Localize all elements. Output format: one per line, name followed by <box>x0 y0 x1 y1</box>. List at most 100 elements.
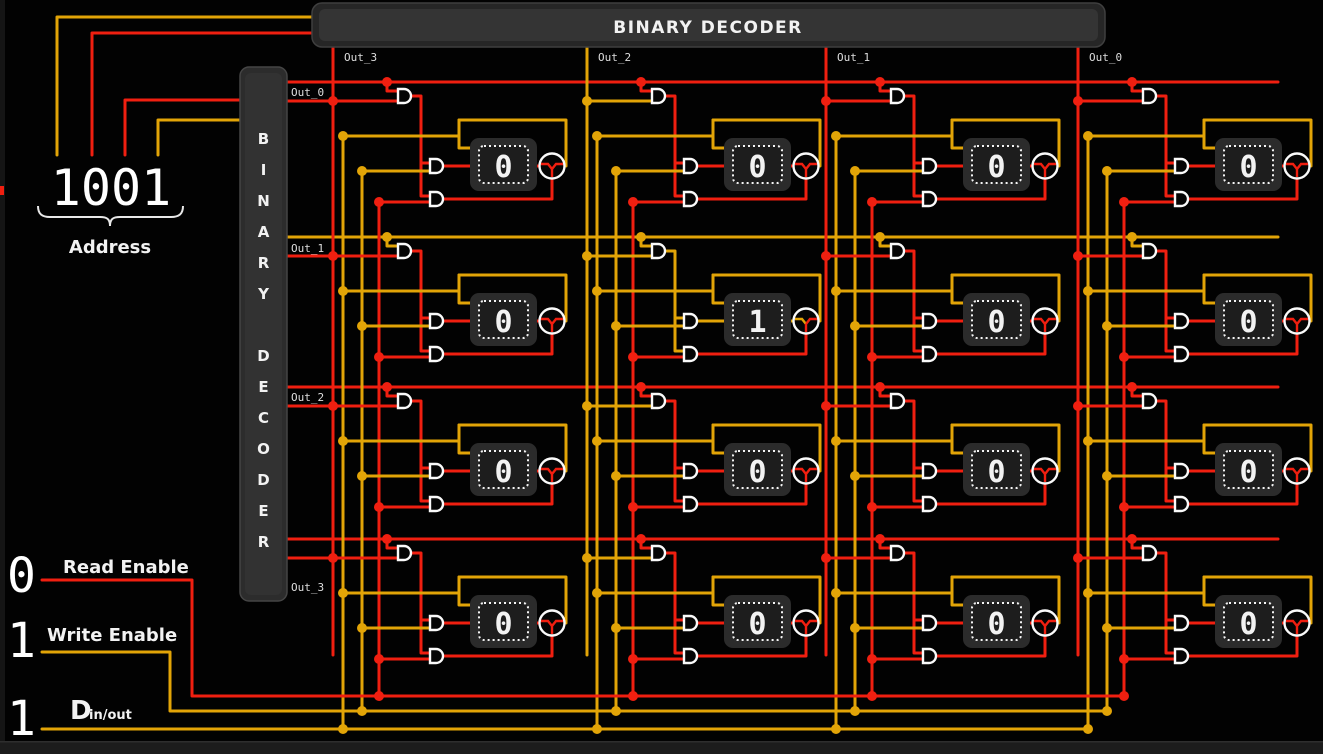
and-gate-icon[interactable] <box>684 464 697 478</box>
and-gate-icon[interactable] <box>398 89 411 103</box>
and-gate-icon[interactable] <box>923 464 936 478</box>
wire-junction-dot <box>374 654 384 664</box>
and-gate-icon[interactable] <box>398 546 411 560</box>
and-gate-icon[interactable] <box>923 314 936 328</box>
and-gate-icon[interactable] <box>684 497 697 511</box>
control-label: Read Enable <box>63 557 189 578</box>
and-gate-icon[interactable] <box>684 616 697 630</box>
left-decoder-title-letter: N <box>257 192 270 210</box>
wire-junction-dot <box>338 724 348 734</box>
and-gate-icon[interactable] <box>1143 244 1156 258</box>
wire-junction-dot <box>1102 623 1112 633</box>
left-decoder-pin-label: Out_1 <box>291 242 324 255</box>
wire-junction-dot <box>1127 382 1137 392</box>
wire-junction-dot <box>1119 691 1129 701</box>
and-gate-icon[interactable] <box>1175 347 1188 361</box>
and-gate-icon[interactable] <box>1175 314 1188 328</box>
and-gate-icon[interactable] <box>1143 394 1156 408</box>
wire-junction-dot <box>875 382 885 392</box>
wire-junction-dot <box>382 382 392 392</box>
wire-junction-dot <box>1127 232 1137 242</box>
and-gate-icon[interactable] <box>430 314 443 328</box>
wire-junction-dot <box>1119 197 1129 207</box>
wire-junction-dot <box>592 724 602 734</box>
and-gate-icon[interactable] <box>652 394 665 408</box>
and-gate-icon[interactable] <box>923 159 936 173</box>
and-gate-icon[interactable] <box>430 192 443 206</box>
wire-junction-dot <box>628 352 638 362</box>
and-gate-icon[interactable] <box>923 616 936 630</box>
and-gate-icon[interactable] <box>430 649 443 663</box>
wire-junction-dot <box>328 553 338 563</box>
wire-junction-dot <box>382 232 392 242</box>
logic-sim-canvas[interactable]: 0000010000000000BINARY DECODEROut_3Out_2… <box>0 0 1323 754</box>
and-gate-icon[interactable] <box>430 347 443 361</box>
wire-junction-dot <box>338 131 348 141</box>
and-gate-icon[interactable] <box>684 192 697 206</box>
top-decoder-pin-label: Out_1 <box>837 51 870 64</box>
wire-junction-dot <box>1119 502 1129 512</box>
left-decoder-title-letter: E <box>258 502 268 520</box>
and-gate-icon[interactable] <box>891 244 904 258</box>
and-gate-icon[interactable] <box>398 244 411 258</box>
and-gate-icon[interactable] <box>1175 616 1188 630</box>
and-gate-icon[interactable] <box>1175 192 1188 206</box>
and-gate-icon[interactable] <box>923 497 936 511</box>
wire-junction-dot <box>1083 436 1093 446</box>
and-gate-icon[interactable] <box>684 159 697 173</box>
wire-junction-dot <box>867 654 877 664</box>
left-decoder-title-letter: A <box>258 223 270 241</box>
wire-junction-dot <box>1073 553 1083 563</box>
wire-junction-dot <box>1083 588 1093 598</box>
and-gate-icon[interactable] <box>430 497 443 511</box>
and-gate-icon[interactable] <box>652 89 665 103</box>
and-gate-icon[interactable] <box>891 546 904 560</box>
left-decoder-title-letter: R <box>258 254 270 272</box>
and-gate-icon[interactable] <box>1143 546 1156 560</box>
and-gate-icon[interactable] <box>891 89 904 103</box>
wire-junction-dot <box>1119 352 1129 362</box>
wire-junction-dot <box>1127 77 1137 87</box>
and-gate-icon[interactable] <box>430 616 443 630</box>
top-decoder-pin-label: Out_3 <box>344 51 377 64</box>
bit-display-value: 0 <box>987 455 1005 490</box>
and-gate-icon[interactable] <box>923 347 936 361</box>
and-gate-icon[interactable] <box>1175 649 1188 663</box>
and-gate-icon[interactable] <box>430 159 443 173</box>
bit-display-value: 0 <box>987 305 1005 340</box>
wire-junction-dot <box>357 321 367 331</box>
wire-junction-dot <box>374 691 384 701</box>
and-gate-icon[interactable] <box>1175 159 1188 173</box>
and-gate-icon[interactable] <box>652 546 665 560</box>
left-decoder-pin-label: Out_3 <box>291 581 324 594</box>
control-label-subscript: in/out <box>89 708 132 723</box>
bit-display-value: 0 <box>1239 305 1257 340</box>
wire-junction-dot <box>592 286 602 296</box>
and-gate-icon[interactable] <box>652 244 665 258</box>
wire-junction-dot <box>867 197 877 207</box>
and-gate-icon[interactable] <box>684 347 697 361</box>
and-gate-icon[interactable] <box>1143 89 1156 103</box>
left-decoder-title-letter: I <box>261 161 267 179</box>
wire-junction-dot <box>850 706 860 716</box>
and-gate-icon[interactable] <box>923 192 936 206</box>
and-gate-icon[interactable] <box>1175 497 1188 511</box>
wire-junction-dot <box>592 588 602 598</box>
and-gate-icon[interactable] <box>891 394 904 408</box>
left-decoder-pin-label: Out_0 <box>291 86 324 99</box>
wire-junction-dot <box>821 251 831 261</box>
wire-junction-dot <box>850 471 860 481</box>
left-decoder-title-letter: Y <box>257 285 270 303</box>
bit-display-value: 0 <box>494 305 512 340</box>
wire-junction-dot <box>338 436 348 446</box>
and-gate-icon[interactable] <box>1175 464 1188 478</box>
and-gate-icon[interactable] <box>684 314 697 328</box>
and-gate-icon[interactable] <box>430 464 443 478</box>
wire-junction-dot <box>636 382 646 392</box>
and-gate-icon[interactable] <box>923 649 936 663</box>
wire-junction-dot <box>357 471 367 481</box>
left-decoder-title-letter: R <box>258 533 270 551</box>
wire-junction-dot <box>628 654 638 664</box>
and-gate-icon[interactable] <box>684 649 697 663</box>
and-gate-icon[interactable] <box>398 394 411 408</box>
